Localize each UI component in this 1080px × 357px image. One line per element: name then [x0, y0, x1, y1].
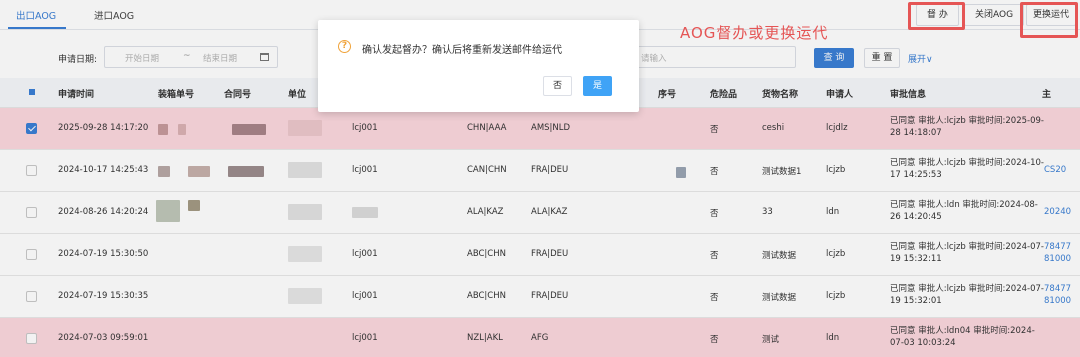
confirm-dialog: ? 确认发起督办？确认后将重新发送邮件给运代 — [318, 20, 639, 112]
dialog-confirm-button[interactable]: 是 — [583, 76, 612, 96]
question-icon: ? — [338, 40, 351, 53]
dialog-message: 确认发起督办？确认后将重新发送邮件给运代 — [362, 45, 562, 56]
aog-management-page: 出口AOG 进口AOG 督 办 关闭AOG 更换运代 AOG督办或更换运代 申请… — [0, 0, 1080, 357]
dialog-cancel-button[interactable]: 否 — [543, 76, 572, 96]
